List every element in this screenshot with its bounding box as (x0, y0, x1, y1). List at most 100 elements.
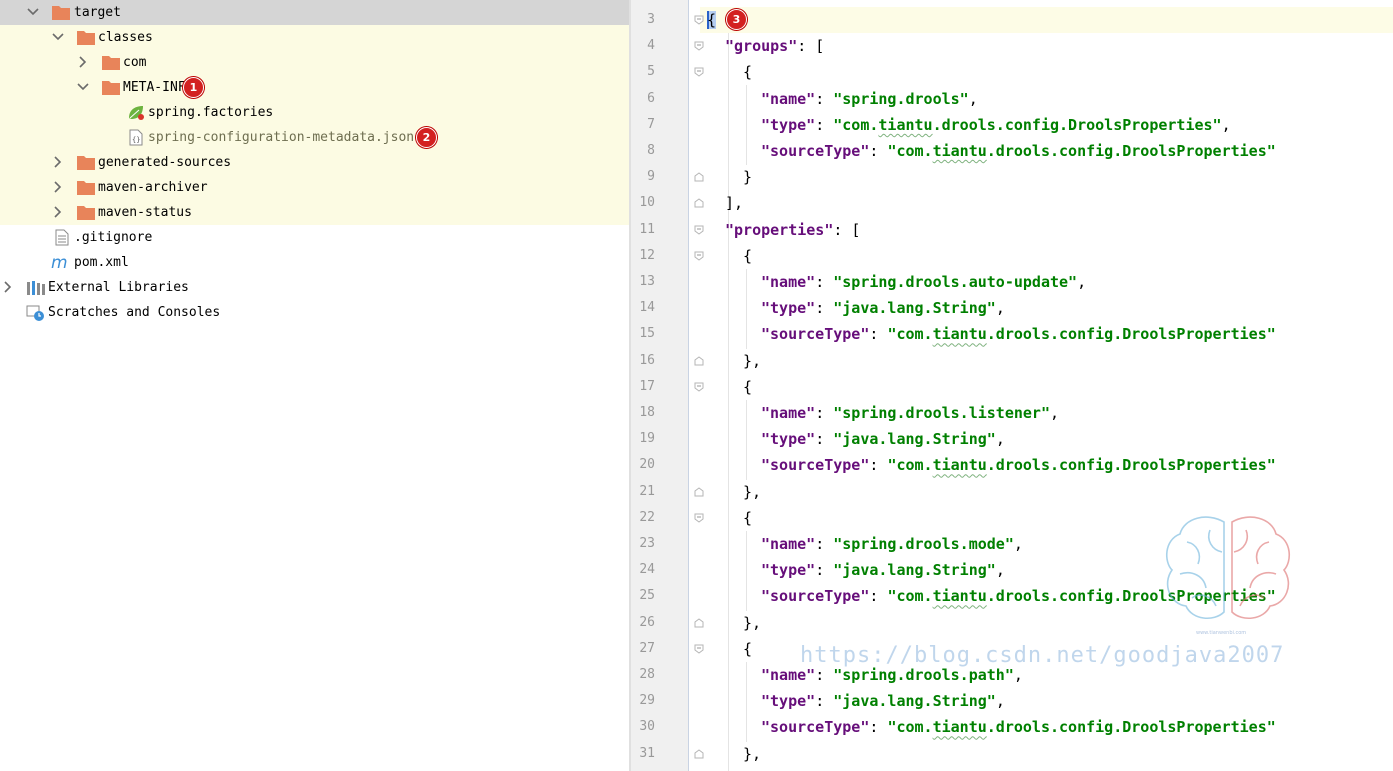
chevron-down-icon[interactable] (51, 25, 65, 50)
code-line[interactable]: 21}, (631, 479, 1393, 505)
tree-item-label: .gitignore (74, 230, 153, 245)
code-text: "name": "spring.drools.auto-update", (761, 273, 1087, 291)
code-line[interactable]: 9} (631, 164, 1393, 190)
tree-item-gitignore[interactable]: .gitignore (0, 225, 629, 250)
svg-text:m: m (51, 254, 68, 271)
spring-leaf-icon (127, 104, 145, 121)
code-text: }, (743, 351, 762, 370)
fold-start-icon[interactable] (694, 67, 704, 78)
tree-item-meta-inf[interactable]: META-INF 1 (0, 75, 629, 100)
tree-item-label: spring-configuration-metadata.json (148, 130, 415, 145)
code-line[interactable]: 16}, (631, 348, 1393, 374)
code-text: { (743, 63, 753, 82)
folder-icon (52, 4, 70, 21)
fold-start-icon[interactable] (694, 644, 704, 654)
fold-start-icon[interactable] (694, 15, 704, 25)
fold-end-icon[interactable] (694, 617, 704, 628)
fold-start-icon[interactable] (694, 382, 704, 392)
line-number: 10 (639, 195, 655, 211)
code-text: } (743, 168, 753, 187)
code-text: "sourceType": "com.tiantu.drools.config.… (761, 718, 1276, 737)
code-line[interactable]: 5{ (631, 59, 1393, 85)
tree-item-com[interactable]: com (0, 50, 629, 75)
line-number: 6 (647, 90, 655, 106)
code-text: "name": "spring.drools.listener", (761, 404, 1060, 422)
line-number: 24 (639, 562, 655, 578)
tree-item-label: maven-status (98, 205, 192, 220)
line-number: 14 (639, 300, 655, 316)
code-line[interactable]: 8 "sourceType": "com.tiantu.drools.config… (631, 138, 1393, 164)
code-line[interactable]: 19 "type": "java.lang.String", (631, 426, 1393, 452)
code-text: "type": "java.lang.String", (761, 561, 1005, 580)
code-text: { (743, 377, 753, 396)
fold-start-icon[interactable] (694, 225, 704, 235)
line-number: 27 (639, 640, 655, 656)
line-number: 9 (647, 169, 655, 185)
code-line[interactable]: 12 { (631, 243, 1393, 269)
code-line[interactable]: 15 "sourceType": "com.tiantu.drools.confi… (631, 321, 1393, 347)
code-line[interactable]: 31}, (631, 741, 1393, 767)
code-line[interactable]: 17 { (631, 374, 1393, 400)
fold-start-icon[interactable] (694, 251, 704, 261)
line-number: 16 (639, 352, 655, 368)
tree-item-external-libraries[interactable]: External Libraries (0, 275, 629, 300)
code-text: { (707, 11, 717, 29)
brain-logo-watermark (1165, 516, 1291, 619)
annotation-badge: 2 (416, 127, 437, 148)
code-line[interactable]: 20 "sourceType": "com.tiantu.drools.confi… (631, 452, 1393, 478)
line-number: 17 (639, 378, 655, 394)
line-number: 23 (639, 536, 655, 551)
tree-item-maven-status[interactable]: maven-status (0, 200, 629, 225)
code-text: "type": "java.lang.String", (761, 692, 1005, 711)
text-file-icon (53, 229, 71, 246)
line-number: 31 (639, 745, 655, 761)
code-line[interactable]: 7 "type": "com.tiantu.drools.config.Drool… (631, 112, 1393, 138)
code-line[interactable]: 4 "groups": [ (631, 33, 1393, 59)
code-text: }, (743, 482, 762, 501)
code-line[interactable]: 30 "sourceType": "com.tiantu.drools.confi… (631, 714, 1393, 740)
tree-item-classes[interactable]: classes (0, 25, 629, 50)
code-line[interactable]: 11 "properties": [ (631, 217, 1393, 243)
fold-end-icon[interactable] (694, 172, 704, 182)
chevron-right-icon[interactable] (51, 175, 65, 200)
tree-item-spring-factories[interactable]: spring.factories (0, 100, 629, 125)
code-text: "type": "java.lang.String", (761, 299, 1005, 318)
line-number: 8 (647, 143, 655, 158)
chevron-right-icon[interactable] (1, 275, 15, 300)
chevron-down-icon[interactable] (76, 75, 90, 100)
tree-item-label: pom.xml (74, 255, 129, 270)
fold-end-icon[interactable] (694, 748, 704, 759)
code-text: }, (743, 744, 762, 763)
chevron-right-icon[interactable] (76, 50, 90, 75)
chevron-right-icon[interactable] (51, 150, 65, 175)
code-line[interactable]: 10], (631, 190, 1393, 216)
code-text: "name": "spring.drools.mode", (761, 535, 1023, 553)
tree-item-maven-archiver[interactable]: maven-archiver (0, 175, 629, 200)
code-line[interactable]: 14 "type": "java.lang.String", (631, 295, 1393, 321)
tree-item-pom-xml[interactable]: m pom.xml (0, 250, 629, 275)
chevron-down-icon[interactable] (26, 0, 40, 25)
code-line[interactable]: 13 "name": "spring.drools.auto-update", (631, 269, 1393, 295)
code-line[interactable]: 18 "name": "spring.drools.listener", (631, 400, 1393, 426)
fold-end-icon[interactable] (694, 198, 704, 208)
line-number: 21 (639, 483, 655, 499)
fold-start-icon[interactable] (694, 513, 704, 523)
line-number: 12 (639, 247, 655, 263)
project-tree: target classes com META-INF 1 spring.fac… (0, 0, 629, 771)
code-line[interactable]: 29 "type": "java.lang.String", (631, 688, 1393, 714)
fold-start-icon[interactable] (694, 41, 704, 51)
line-number: 29 (639, 693, 655, 709)
code-line[interactable]: 6 "name": "spring.drools", (631, 86, 1393, 112)
fold-end-icon[interactable] (694, 355, 704, 366)
annotation-badge: 1 (183, 77, 204, 98)
folder-icon (77, 29, 95, 46)
line-number: 13 (639, 274, 655, 289)
chevron-right-icon[interactable] (51, 200, 65, 225)
tree-item-generated-sources[interactable]: generated-sources (0, 150, 629, 175)
fold-end-icon[interactable] (694, 486, 704, 497)
code-text: }, (743, 613, 762, 632)
tree-item-scratches[interactable]: Scratches and Consoles (0, 300, 629, 325)
tree-item-target[interactable]: target (0, 0, 629, 25)
tree-item-metadata-json[interactable]: {} spring-configuration-metadata.json 2 (0, 125, 629, 150)
folder-icon (77, 179, 95, 196)
